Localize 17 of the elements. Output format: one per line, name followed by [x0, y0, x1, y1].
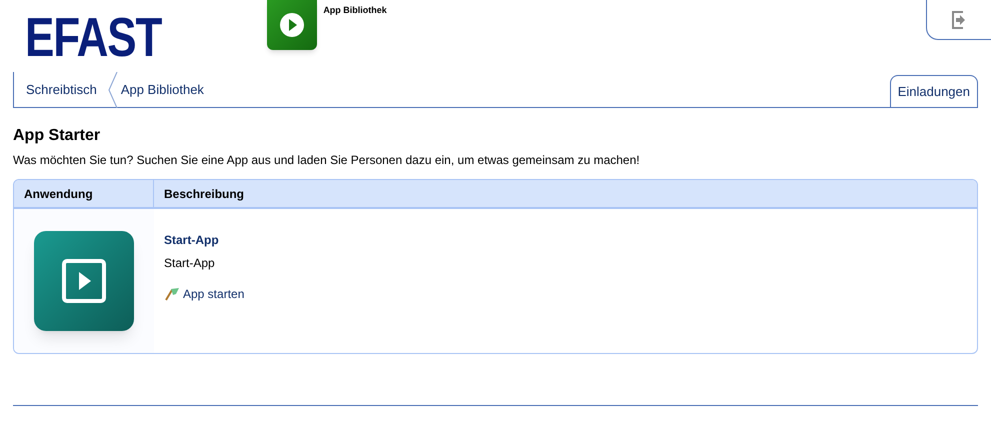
logout-button[interactable]: [926, 0, 991, 40]
invitations-tab[interactable]: Einladungen: [890, 75, 978, 107]
intro-text: Was möchten Sie tun? Suchen Sie eine App aus und laden Sie Personen dazu ein, um etwas gemeinsam zu machen!: [13, 152, 641, 169]
exit-icon: [952, 10, 966, 28]
page-heading: App Starter: [13, 126, 102, 146]
start-app-link[interactable]: App starten: [183, 285, 244, 303]
logo: EFAST: [25, 6, 162, 70]
app-description: Start-App: [164, 255, 215, 272]
column-header: Anwendung: [14, 180, 154, 207]
breadcrumb-link[interactable]: App Bibliothek: [120, 80, 204, 100]
app-name: Start-App: [164, 232, 219, 249]
column-header: Beschreibung: [163, 186, 246, 202]
app-title: App Bibliothek: [323, 4, 387, 17]
breadcrumb-link[interactable]: Schreibtisch: [26, 80, 97, 100]
flag-icon: [164, 287, 180, 301]
app-tile-icon: [34, 231, 134, 331]
chevron-icon: [106, 72, 119, 108]
